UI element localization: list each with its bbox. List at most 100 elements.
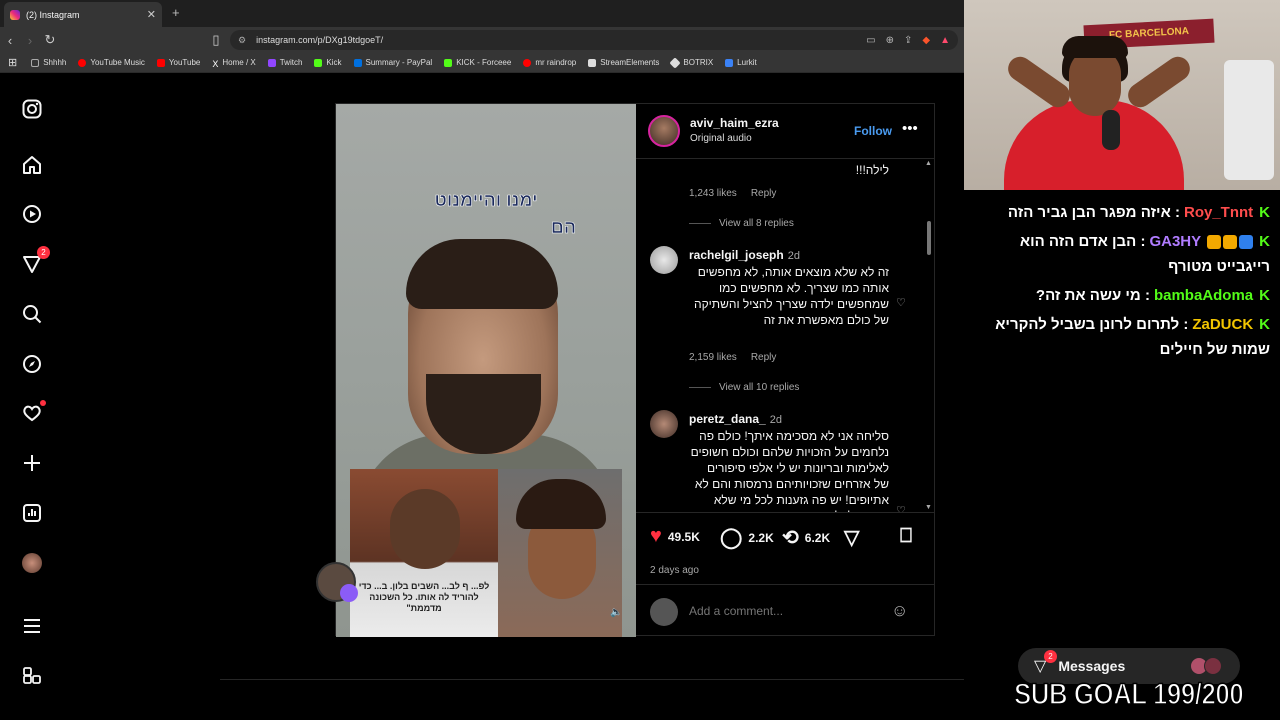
view-replies-button[interactable]: View all 8 replies xyxy=(689,218,794,229)
like-button[interactable]: ♥ 49.5K xyxy=(650,525,700,548)
new-tab-icon[interactable]: + xyxy=(172,5,180,20)
bookmark-item[interactable]: StreamElements xyxy=(588,58,659,67)
bookmark-item[interactable]: KICK - Forceee xyxy=(444,58,511,67)
direct-messages-icon[interactable]: 2 xyxy=(20,246,50,276)
notification-dot xyxy=(40,400,46,406)
browser-tab-bar: (2) Instagram ✕ + xyxy=(0,0,964,27)
messages-icon: ▽ 2 xyxy=(1034,650,1057,676)
instagram-logo-icon[interactable] xyxy=(20,97,44,121)
sub-goal-text: SUB GOAL 199/200 xyxy=(1013,677,1244,712)
apps-grid-icon[interactable]: ⊞ xyxy=(8,56,17,69)
address-bar[interactable]: ⚙ instagram.com/p/DXg19tdgoeT/ ▭ ⊕ ⇪ ◆ ▲ xyxy=(230,30,958,50)
comment-avatar[interactable] xyxy=(650,410,678,438)
bookmark-item[interactable]: YouTube xyxy=(156,58,200,67)
inset-caption: לפ... ף לב... השבים בלון. ב... כדי להורי… xyxy=(358,581,490,613)
scroll-up-icon[interactable]: ▲ xyxy=(925,160,932,167)
comment-button[interactable]: ◯ 2.2K xyxy=(720,525,774,550)
more-options-icon[interactable]: ••• xyxy=(902,120,918,137)
rewards-icon[interactable]: ▲ xyxy=(940,35,950,46)
comment-icon: ◯ xyxy=(720,527,743,549)
bookmark-item[interactable]: Shhhh xyxy=(31,58,66,67)
audio-label[interactable]: Original audio xyxy=(690,131,779,146)
explore-icon[interactable] xyxy=(20,352,44,376)
dashboard-icon[interactable] xyxy=(20,501,44,525)
save-button[interactable]: ⎕ xyxy=(900,525,918,548)
comment-text: סליחה אני לא מסכימה איתך! כולם פה נלחמים… xyxy=(690,429,889,512)
author-username[interactable]: aviv_haim_ezra xyxy=(690,116,779,131)
back-icon[interactable]: ‹ xyxy=(0,33,20,48)
like-comment-icon[interactable]: ♡ xyxy=(896,296,906,309)
close-tab-icon[interactable]: ✕ xyxy=(147,8,156,21)
brave-shield-icon[interactable]: ◆ xyxy=(922,35,930,46)
author-avatar[interactable] xyxy=(648,115,680,147)
chat-message: KGA3HY: הבן אדם הזה הוא רייגבייט מטורף xyxy=(970,229,1270,279)
emoji-icon[interactable]: ☺ xyxy=(891,601,908,621)
stream-overlay: FC BARCELONA K Roy_Tnnt: איזה מפגר הבן גב… xyxy=(964,0,1280,720)
profile-avatar[interactable] xyxy=(20,551,44,575)
left-navigation: 2 xyxy=(0,73,64,720)
bookmark-icon[interactable]: ▯ xyxy=(206,32,226,48)
messages-label: Messages xyxy=(1058,658,1126,674)
follow-button[interactable]: Follow xyxy=(854,124,892,138)
comments-scrollbar[interactable] xyxy=(927,221,931,255)
reel-video[interactable]: ימנו והיימנוט הם לפ... ף לב... השבים בלו… xyxy=(336,104,636,637)
kick-badge-icon: K xyxy=(1259,316,1270,333)
youtube-icon xyxy=(156,58,165,67)
kick-badge-icon: K xyxy=(1259,287,1270,304)
bookmark-item[interactable]: BOTRIX xyxy=(669,56,713,69)
youtube-music-icon xyxy=(78,58,87,67)
chat-username: Roy_Tnnt xyxy=(1183,204,1254,221)
comment-likes[interactable]: 1,243 likes xyxy=(689,188,737,199)
video-caption-line: ימנו והיימנוט xyxy=(434,190,538,211)
bookmark-item[interactable]: X Home / X xyxy=(212,58,255,69)
bookmark-item[interactable]: mr raindrop xyxy=(523,58,576,67)
comment-username[interactable]: peretz_dana_ 2d xyxy=(689,412,782,426)
comment-likes[interactable]: 2,159 likes xyxy=(689,352,737,363)
share-button[interactable]: ▽ xyxy=(844,525,865,550)
bookmark-icon: ⎕ xyxy=(900,525,912,547)
bookmark-item[interactable]: Lurkit xyxy=(725,58,757,67)
video-inset-left: לפ... ף לב... השבים בלון. ב... כדי להורי… xyxy=(350,469,498,637)
bookmarks-bar: ⊞ Shhhh YouTube Music YouTube X Home / X … xyxy=(0,53,964,73)
bookmark-item[interactable]: YouTube Music xyxy=(78,58,145,67)
floating-reaction-icon xyxy=(340,584,358,602)
comment-avatar[interactable] xyxy=(650,246,678,274)
scroll-down-icon[interactable]: ▼ xyxy=(925,504,932,511)
site-settings-icon[interactable]: ⚙ xyxy=(238,35,246,46)
repost-button[interactable]: ⟲ 6.2K xyxy=(782,525,830,550)
kick-badge-icon: K xyxy=(1259,204,1270,221)
mute-icon[interactable]: 🔈 xyxy=(610,607,622,618)
search-icon[interactable] xyxy=(20,302,44,326)
chat-username: ZaDUCK xyxy=(1192,316,1254,333)
also-from-meta-icon[interactable] xyxy=(20,664,44,688)
notification-badge: 2 xyxy=(37,246,50,259)
reload-icon[interactable]: ↻ xyxy=(40,32,60,48)
add-comment-input[interactable] xyxy=(689,604,869,618)
home-icon[interactable] xyxy=(20,153,44,177)
reply-button[interactable]: Reply xyxy=(751,352,777,363)
menu-icon[interactable] xyxy=(20,614,44,638)
like-comment-icon[interactable]: ♡ xyxy=(896,504,906,512)
comment-meta: 1,243 likes Reply xyxy=(689,188,790,199)
chat-username: bambaAdoma xyxy=(1153,287,1254,304)
chat-message: K Roy_Tnnt: איזה מפגר הבן גביר הזה xyxy=(970,200,1270,225)
instagram-page: 2 ימנו והיימנוט הם לפ... ף לב... השבים ב… xyxy=(0,73,964,720)
chat-text: : איזה מפגר הבן גביר הזה xyxy=(1007,204,1180,221)
bookmark-item[interactable]: Twitch xyxy=(267,58,302,67)
cast-icon[interactable]: ▭ xyxy=(866,35,875,46)
forward-icon[interactable]: › xyxy=(20,33,40,48)
bookmark-item[interactable]: Kick xyxy=(314,58,342,67)
comment-username[interactable]: rachelgil_joseph 2d xyxy=(689,248,800,262)
zoom-icon[interactable]: ⊕ xyxy=(886,35,894,46)
reply-button[interactable]: Reply xyxy=(751,188,777,199)
browser-tab[interactable]: (2) Instagram ✕ xyxy=(4,2,162,27)
view-replies-button[interactable]: View all 10 replies xyxy=(689,382,799,393)
bookmark-item[interactable]: Summary - PayPal xyxy=(353,58,432,67)
notifications-heart-icon[interactable] xyxy=(20,400,46,425)
create-icon[interactable] xyxy=(20,451,44,475)
stream-chat: K Roy_Tnnt: איזה מפגר הבן גביר הזה K GA3HY… xyxy=(970,200,1270,366)
reels-icon[interactable] xyxy=(20,202,44,226)
share-icon[interactable]: ⇪ xyxy=(904,35,912,46)
streamer-arm xyxy=(1123,52,1195,112)
post-date: 2 days ago xyxy=(650,565,699,576)
